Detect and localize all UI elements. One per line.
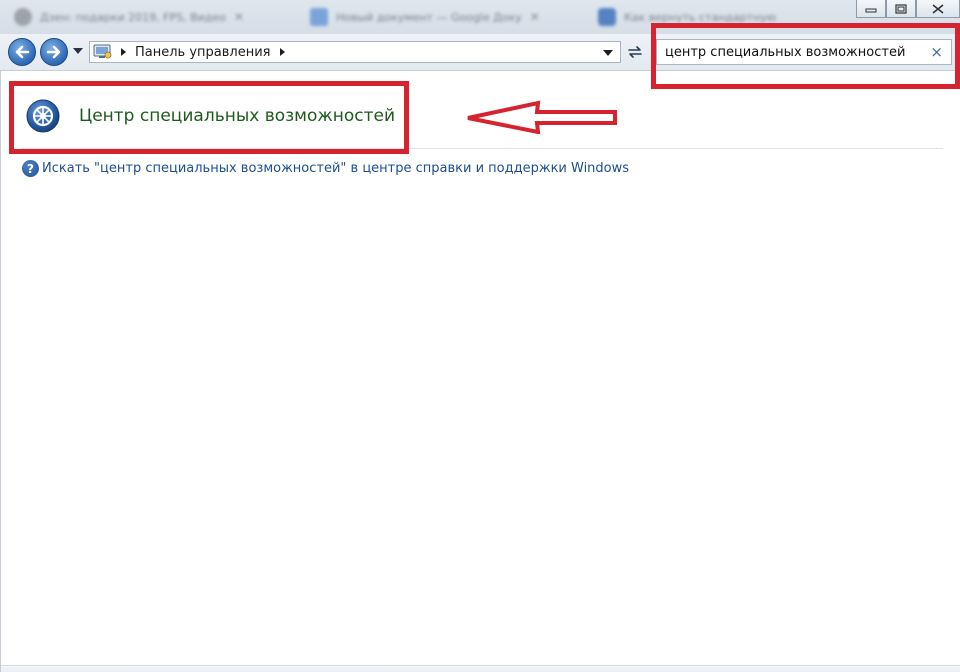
minimize-icon (865, 8, 877, 12)
breadcrumb-separator-icon[interactable] (121, 48, 126, 56)
browser-tab-1[interactable]: Дзен: подарки 2019, FPS, Видео ✕ (14, 2, 244, 32)
minimize-button[interactable] (856, 0, 886, 18)
control-panel-window: Дзен: подарки 2019, FPS, Видео ✕ Новый д… (0, 0, 960, 672)
browser-tab-title: Дзен: подарки 2019, FPS, Видео (40, 10, 226, 24)
maximize-icon (895, 3, 907, 14)
result-item-ease-of-access[interactable]: Центр специальных возможностей (25, 98, 395, 134)
search-input[interactable] (665, 44, 925, 60)
browser-tab-3[interactable]: Как вернуть стандартную (598, 2, 776, 32)
back-button[interactable] (8, 38, 36, 66)
ease-of-access-icon (26, 99, 60, 133)
back-arrow-icon (15, 45, 30, 59)
address-history-dropdown-icon[interactable] (603, 50, 613, 56)
chevron-down-icon[interactable] (73, 48, 83, 54)
tab-favicon-icon (598, 8, 616, 26)
breadcrumb-control-panel[interactable]: Панель управления (135, 45, 271, 60)
window-bottom-edge (1, 665, 960, 672)
help-search-link[interactable]: ? Искать "центр специальных возможностей… (22, 160, 629, 177)
tab-favicon-icon (14, 8, 32, 26)
search-box[interactable]: × (656, 39, 952, 65)
search-results-pane: Центр специальных возможностей ? Искать … (0, 71, 960, 672)
background-tab-strip: Дзен: подарки 2019, FPS, Видео ✕ Новый д… (0, 0, 960, 34)
close-icon[interactable]: ✕ (530, 10, 540, 24)
window-controls (856, 0, 960, 18)
forward-arrow-icon (46, 45, 61, 59)
refresh-icon (628, 46, 642, 58)
close-icon[interactable]: ✕ (234, 10, 244, 24)
refresh-button[interactable] (622, 41, 648, 63)
clear-search-icon[interactable]: × (930, 43, 943, 61)
maximize-button[interactable] (886, 0, 916, 18)
browser-tab-title: Новый документ — Google Доку (336, 10, 522, 24)
address-bar[interactable]: Панель управления (89, 41, 621, 63)
close-window-button[interactable] (916, 0, 960, 18)
control-panel-icon (93, 44, 112, 59)
forward-button[interactable] (40, 38, 68, 66)
close-icon (932, 3, 944, 14)
breadcrumb-separator-icon[interactable] (279, 48, 285, 56)
result-title-link[interactable]: Центр специальных возможностей (79, 106, 395, 126)
help-icon: ? (22, 160, 39, 177)
navigation-bar: Панель управления × (0, 34, 960, 71)
browser-tab-title: Как вернуть стандартную (624, 10, 777, 24)
help-search-link-text[interactable]: Искать "центр специальных возможностей" … (42, 161, 629, 176)
browser-tab-2[interactable]: Новый документ — Google Доку ✕ (310, 2, 540, 32)
divider (21, 148, 943, 149)
tab-favicon-icon (310, 8, 328, 26)
